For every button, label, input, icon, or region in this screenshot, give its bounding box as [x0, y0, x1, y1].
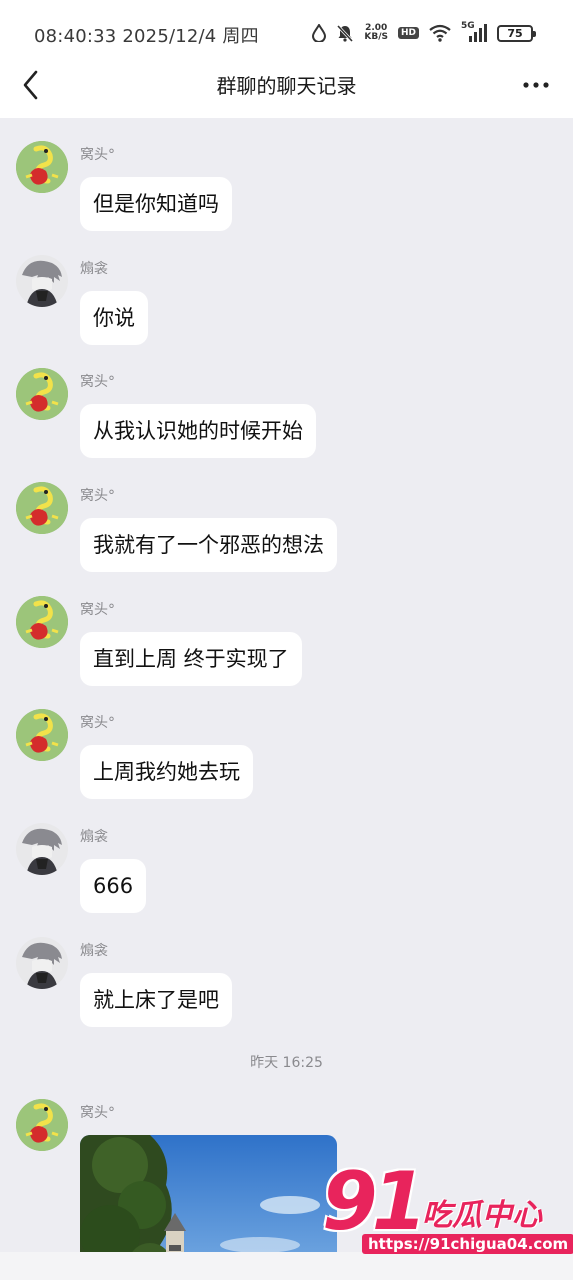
sender-name: 窝头° [80, 715, 115, 731]
green-snake-avatar[interactable] [16, 709, 68, 761]
message-bubble[interactable]: 666 [80, 859, 147, 913]
status-icons: 2.00 KB/S HD 5G 75 [312, 20, 536, 46]
message-bubble[interactable]: 但是你知道吗 [80, 177, 232, 231]
watermark-url: https://91chigua04.com [362, 1234, 573, 1254]
sender-name: 窝头° [80, 1105, 115, 1121]
sender-name: 窝头° [80, 488, 115, 504]
more-dots-icon [523, 82, 549, 88]
drop-icon [312, 24, 327, 42]
green-snake-avatar[interactable] [16, 1099, 68, 1151]
green-snake-avatar[interactable] [16, 141, 68, 193]
net-speed-unit: KB/S [364, 32, 388, 42]
green-snake-avatar[interactable] [16, 596, 68, 648]
watermark-name: 吃瓜中心 [422, 1198, 542, 1233]
watermark-logo: 91 吃瓜中心 https://91chigua04.com [316, 1155, 573, 1258]
more-button[interactable] [519, 68, 553, 102]
sender-name: 窝头° [80, 374, 115, 390]
hd-badge: HD [397, 27, 419, 39]
message-bubble[interactable]: 我就有了一个邪恶的想法 [80, 518, 337, 572]
sender-name: 煽衾 [80, 829, 108, 845]
nav-bar: 群聊的聊天记录 [0, 66, 573, 118]
net-speed: 2.00 KB/S [364, 24, 388, 42]
status-time: 08:40:33 2025/12/4 周四 [34, 26, 259, 47]
battery-icon: 75 [497, 24, 536, 42]
message-timestamp: 昨天 16:25 [250, 1055, 323, 1071]
sender-name: 窝头° [80, 602, 115, 618]
bell-muted-icon [336, 24, 354, 42]
green-snake-avatar[interactable] [16, 482, 68, 534]
gray-character-avatar[interactable] [16, 255, 68, 307]
status-bar: 08:40:33 2025/12/4 周四 2.00 KB/S HD 5G 75 [0, 0, 573, 66]
message-bubble[interactable]: 直到上周 终于实现了 [80, 632, 302, 686]
gray-character-avatar[interactable] [16, 823, 68, 875]
message-bubble[interactable]: 你说 [80, 291, 148, 345]
sender-name: 煽衾 [80, 943, 108, 959]
green-snake-avatar[interactable] [16, 368, 68, 420]
wifi-icon [429, 24, 451, 42]
sender-name: 煽衾 [80, 261, 108, 277]
battery-level: 75 [507, 26, 523, 40]
gray-character-avatar[interactable] [16, 937, 68, 989]
page-title: 群聊的聊天记录 [216, 74, 357, 98]
message-bubble[interactable]: 就上床了是吧 [80, 973, 232, 1027]
watermark-number: 91 [322, 1155, 427, 1248]
message-bubble[interactable]: 上周我约她去玩 [80, 745, 253, 799]
signal-icon: 5G [461, 21, 487, 43]
sender-name: 窝头° [80, 147, 115, 163]
message-bubble[interactable]: 从我认识她的时候开始 [80, 404, 316, 458]
